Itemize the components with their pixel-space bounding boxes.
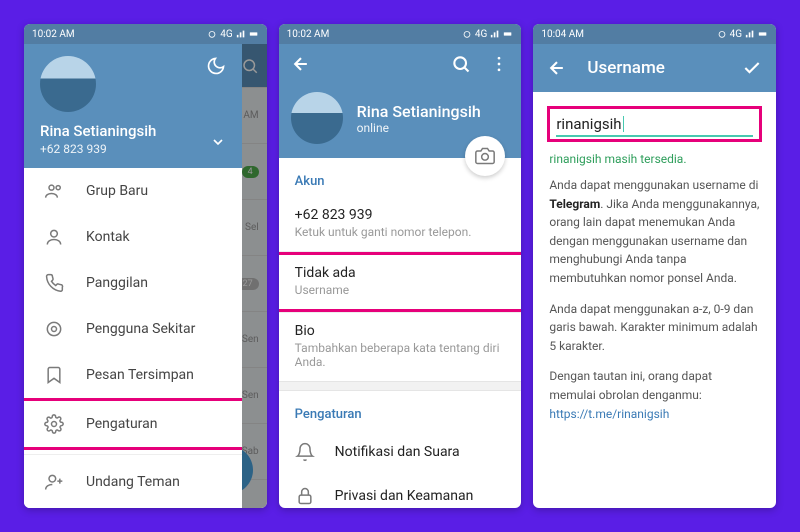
menu-label: Pengguna Sekitar: [86, 321, 195, 337]
drawer-header: Rina Setianingsih +62 823 939: [24, 44, 242, 168]
check-icon[interactable]: [742, 58, 762, 78]
screen-settings: 10:02 AM 4G Rina Setianingsih online Aku…: [279, 24, 522, 508]
menu-settings[interactable]: Pengaturan: [24, 401, 242, 447]
screen-username: 10:04 AM 4G Username rinanigsih rinanigs…: [533, 24, 776, 508]
menu-label: Undang Teman: [86, 474, 180, 490]
signal-icon: [236, 29, 246, 39]
section-settings: Pengaturan: [279, 391, 522, 430]
profile-name: Rina Setianingsih: [357, 102, 481, 121]
alarm-icon: [462, 29, 472, 39]
menu-label: Panggilan: [86, 275, 148, 291]
menu-saved[interactable]: Pesan Tersimpan: [24, 352, 242, 398]
status-time: 10:02 AM: [287, 29, 330, 40]
battery-icon: [503, 29, 513, 39]
menu-nearby[interactable]: Pengguna Sekitar: [24, 306, 242, 352]
input-value: rinanigsih: [556, 115, 621, 133]
search-icon[interactable]: [451, 54, 471, 74]
help-text-1: Anda dapat menggunakan username di Teleg…: [533, 176, 776, 300]
nearby-icon: [44, 319, 64, 339]
night-mode-toggle[interactable]: [206, 56, 226, 80]
availability-text: rinanigsih masih tersedia.: [533, 146, 776, 176]
setting-label: Notifikasi dan Suara: [335, 444, 460, 460]
bio-sub: Tambahkan beberapa kata tentang diri And…: [295, 341, 506, 369]
menu-label: Pengaturan: [86, 416, 158, 432]
status-time: 10:04 AM: [541, 29, 584, 40]
username-link[interactable]: https://t.me/rinanigsih: [549, 407, 669, 421]
username-label: Username: [295, 283, 506, 297]
menu-label: Pesan Tersimpan: [86, 367, 194, 383]
menu-new-group[interactable]: Grup Baru: [24, 168, 242, 214]
row-privacy[interactable]: Privasi dan Keamanan: [279, 474, 522, 508]
profile-name: Rina Setianingsih: [40, 122, 226, 140]
bio-title: Bio: [295, 323, 506, 339]
avatar[interactable]: [291, 92, 343, 144]
menu-label: Kontak: [86, 229, 130, 245]
chevron-down-icon: [210, 134, 226, 150]
statusbar: 10:02 AM 4G: [24, 24, 267, 44]
back-icon[interactable]: [291, 54, 311, 74]
drawer-menu: Grup Baru Kontak Panggilan Pengguna Seki…: [24, 168, 242, 508]
row-bio[interactable]: Bio Tambahkan beberapa kata tentang diri…: [279, 313, 522, 381]
row-phone[interactable]: +62 823 939 Ketuk untuk ganti nomor tele…: [279, 197, 522, 251]
lock-icon: [295, 486, 315, 506]
username-value: Tidak ada: [295, 265, 506, 281]
menu-calls[interactable]: Panggilan: [24, 260, 242, 306]
back-icon[interactable]: [547, 58, 567, 78]
profile-status: online: [357, 121, 481, 135]
camera-icon: [475, 146, 495, 166]
menu-faq[interactable]: FAQ Telegram: [24, 505, 242, 508]
status-time: 10:02 AM: [32, 29, 75, 40]
statusbar: 10:04 AM 4G: [533, 24, 776, 44]
screen-drawer: 10:02 AM 4G 1:47 AM 4 Sel 1927 Sen Sen S…: [24, 24, 267, 508]
menu-label: Grup Baru: [86, 183, 148, 199]
bookmark-icon: [44, 365, 64, 385]
account-expand[interactable]: [210, 134, 226, 154]
divider: [24, 454, 242, 455]
section-divider: [279, 381, 522, 391]
menu-invite[interactable]: Undang Teman: [24, 459, 242, 505]
help-text-2: Anda dapat menggunakan a-z, 0-9 dan gari…: [533, 300, 776, 368]
moon-icon: [206, 56, 226, 76]
gear-icon: [44, 414, 64, 434]
status-icons: 4G: [717, 29, 768, 40]
signal-icon: [745, 29, 755, 39]
add-person-icon: [44, 472, 64, 492]
more-icon[interactable]: [489, 54, 509, 74]
username-input[interactable]: rinanigsih: [556, 113, 753, 137]
battery-icon: [758, 29, 768, 39]
signal-icon: [490, 29, 500, 39]
statusbar: 10:02 AM 4G: [279, 24, 522, 44]
status-icons: 4G: [462, 29, 513, 40]
highlight-settings: Pengaturan: [24, 398, 242, 450]
phone-value: +62 823 939: [295, 207, 506, 223]
highlight-username: Tidak ada Username: [279, 252, 522, 312]
avatar[interactable]: [40, 56, 96, 112]
setting-label: Privasi dan Keamanan: [335, 488, 474, 504]
profile-phone: +62 823 939: [40, 142, 226, 156]
battery-icon: [249, 29, 259, 39]
help-text-3: Dengan tautan ini, orang dapat memulai o…: [533, 367, 776, 435]
alarm-icon: [207, 29, 217, 39]
row-notifications[interactable]: Notifikasi dan Suara: [279, 430, 522, 474]
row-username[interactable]: Tidak ada Username: [279, 255, 522, 309]
alarm-icon: [717, 29, 727, 39]
username-header: Username: [533, 44, 776, 92]
settings-header: Rina Setianingsih online: [279, 44, 522, 158]
bell-icon: [295, 442, 315, 462]
highlight-input: rinanigsih: [547, 106, 762, 142]
status-icons: 4G: [207, 29, 258, 40]
phone-icon: [44, 273, 64, 293]
phone-sub: Ketuk untuk ganti nomor telepon.: [295, 225, 506, 239]
group-icon: [44, 181, 64, 201]
page-title: Username: [587, 58, 722, 78]
menu-contacts[interactable]: Kontak: [24, 214, 242, 260]
person-icon: [44, 227, 64, 247]
text-cursor: [623, 116, 624, 132]
